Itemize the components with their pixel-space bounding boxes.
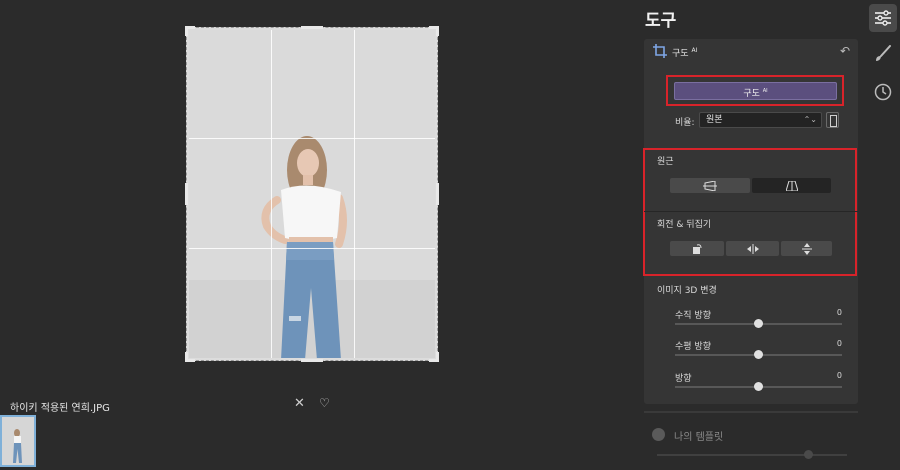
photo-editor-app: 하이키 적용된 연희.JPG ✕ ♡ 도구 구도 AI ↶ 구도 AI 비율: … <box>0 0 900 470</box>
crop-edge-handle[interactable] <box>436 183 439 205</box>
image-thumbnail[interactable] <box>0 415 36 467</box>
photo <box>189 30 435 358</box>
highlight-box <box>643 148 857 276</box>
brush-icon <box>876 45 891 61</box>
flip-horizontal-icon <box>746 244 759 254</box>
perspective-vertical-icon <box>784 180 799 192</box>
flip-vertical-button[interactable] <box>781 241 832 256</box>
transform-3d-label: 이미지 3D 변경 <box>657 286 717 296</box>
slider-value: 0 <box>836 308 842 317</box>
compose-button-label: 구도 <box>743 89 760 99</box>
section-divider <box>644 411 858 413</box>
crop-icon <box>653 44 667 58</box>
slider-knob[interactable] <box>804 450 813 459</box>
history-tool-button[interactable] <box>869 78 897 106</box>
ai-badge: AI <box>762 88 768 94</box>
slider-label: 수평 방향 <box>675 342 711 352</box>
ratio-value: 원본 <box>706 115 723 125</box>
heart-icon[interactable]: ♡ <box>319 396 330 410</box>
grid-line <box>271 30 272 358</box>
slider-direction[interactable]: 방향 0 <box>664 371 842 399</box>
slider-horizontal[interactable]: 수평 방향 0 <box>664 339 842 367</box>
flip-horizontal-button[interactable] <box>726 241 779 256</box>
perspective-label: 원근 <box>657 157 674 167</box>
reset-icon[interactable]: ↶ <box>840 44 850 58</box>
grid-line <box>189 138 435 139</box>
grid-line <box>354 30 355 358</box>
section-divider <box>644 211 858 212</box>
perspective-horizontal-icon <box>703 180 717 192</box>
crop-corner-handle[interactable] <box>429 352 439 362</box>
templates-label: 나의 템플릿 <box>674 432 724 443</box>
rotate-icon <box>693 244 702 254</box>
perspective-horizontal-button[interactable] <box>670 178 750 193</box>
slider-value: 0 <box>836 339 842 348</box>
slider-knob[interactable] <box>754 350 763 359</box>
close-icon[interactable]: ✕ <box>294 396 305 411</box>
panel-title: 도구 <box>645 11 677 31</box>
orientation-toggle-button[interactable] <box>826 112 839 128</box>
canvas-area[interactable] <box>0 0 637 400</box>
composition-section: 구도 AI ↶ 구도 AI 비율: 원본 ⌃⌄ 원근 회전 & 뒤집기 이미지 … <box>643 39 858 404</box>
ratio-label: 비율: <box>675 118 695 128</box>
crop-corner-handle[interactable] <box>429 26 439 36</box>
section-header[interactable]: 구도 AI ↶ <box>644 39 858 65</box>
ai-badge: AI <box>691 47 698 54</box>
slider-knob[interactable] <box>754 382 763 391</box>
right-toolbar <box>865 0 900 470</box>
crop-edge-handle[interactable] <box>301 359 323 362</box>
adjust-icon <box>875 10 891 26</box>
tools-panel: 도구 구도 AI ↶ 구도 AI 비율: 원본 ⌃⌄ 원근 회전 & 뒤집기 이… <box>637 0 865 470</box>
image-filename: 하이키 적용된 연희.JPG <box>10 403 110 414</box>
section-title-text: 구도 <box>672 49 689 59</box>
auto-compose-button[interactable]: 구도 AI <box>674 82 837 100</box>
crop-corner-handle[interactable] <box>185 26 195 36</box>
crop-corner-handle[interactable] <box>185 352 195 362</box>
section-title: 구도 AI <box>672 46 697 59</box>
adjust-tool-button[interactable] <box>869 4 897 32</box>
grid-line <box>189 248 435 249</box>
slider-track[interactable] <box>657 454 847 456</box>
templates-toggle[interactable] <box>652 428 665 441</box>
slider-value: 0 <box>836 371 842 380</box>
crop-frame[interactable] <box>185 26 439 362</box>
perspective-vertical-button[interactable] <box>752 178 831 193</box>
slider-label: 수직 방향 <box>675 311 711 321</box>
select-arrows-icon: ⌃⌄ <box>803 115 817 124</box>
crop-edge-handle[interactable] <box>185 183 188 205</box>
ratio-select[interactable]: 원본 ⌃⌄ <box>699 112 822 128</box>
rotate-flip-label: 회전 & 뒤집기 <box>657 220 712 230</box>
slider-vertical[interactable]: 수직 방향 0 <box>664 308 842 336</box>
slider-label: 방향 <box>675 374 692 384</box>
brush-tool-button[interactable] <box>869 40 897 68</box>
portrait-photo <box>189 30 435 358</box>
crop-edge-handle[interactable] <box>301 26 323 29</box>
flip-vertical-icon <box>801 243 812 255</box>
thumbnail-image <box>2 417 34 465</box>
rotate-button[interactable] <box>670 241 724 256</box>
history-icon <box>874 83 892 101</box>
slider-knob[interactable] <box>754 319 763 328</box>
